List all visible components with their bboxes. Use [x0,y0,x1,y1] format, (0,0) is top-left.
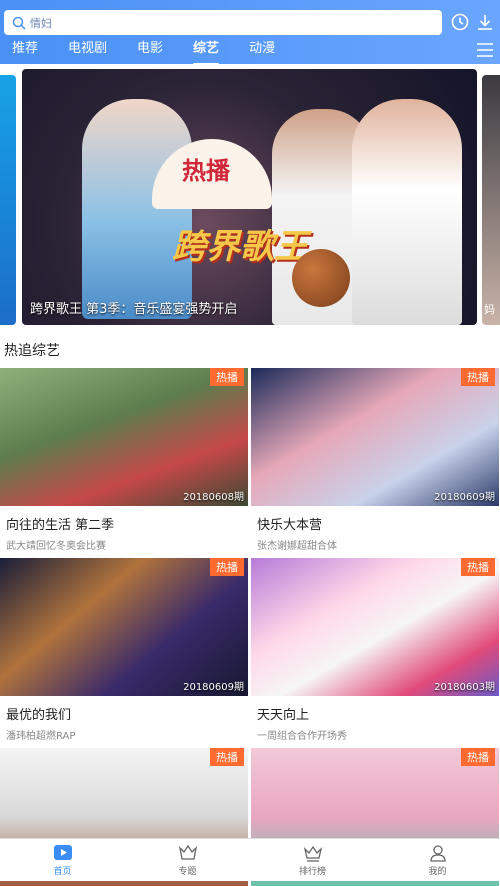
nav-topics-label: 专题 [178,867,197,877]
show-title: 向往的生活 第二季 [6,518,115,533]
show-thumbnail: 热播 20180609期 [251,368,499,506]
banner-prev-peek[interactable] [0,75,16,325]
episode-date: 20180609期 [183,682,244,693]
show-thumbnail: 热播 20180608期 [0,368,248,506]
banner-figure-right [352,99,462,325]
hot-badge: 热播 [210,368,244,386]
banner-figure-left [82,99,192,319]
show-card[interactable]: 热播 20180609期 快乐大本营 张杰谢娜超甜合体 [251,368,499,552]
nav-home-label: 首页 [53,867,72,877]
nav-home[interactable]: 首页 [0,839,125,881]
banner-caption: 跨界歌王 第3季：音乐盛宴强势开启 [30,302,238,317]
show-title: 天天向上 [257,708,310,723]
tab-recommend[interactable]: 推荐 [12,38,38,64]
tab-anime[interactable]: 动漫 [249,38,275,64]
menu-icon[interactable] [476,42,494,58]
category-tabs: 推荐 电视剧 电影 综艺 动漫 [0,38,293,66]
crown-icon [303,845,322,862]
search-bar[interactable]: 情妇 [4,10,442,35]
show-description: 一周组合合作开场秀 [257,731,347,742]
history-icon[interactable] [450,12,470,32]
hot-badge: 热播 [461,368,495,386]
show-thumbnail: 热播 20180603期 [251,558,499,696]
nav-topics[interactable]: 专题 [125,839,250,881]
show-card[interactable]: 热播 20180608期 向往的生活 第二季 武大靖回忆冬奥会比赛 [0,368,248,552]
episode-date: 20180609期 [434,492,495,503]
episode-date: 20180608期 [183,492,244,503]
show-description: 武大靖回忆冬奥会比赛 [6,541,106,552]
section-title: 热追综艺 [4,343,60,359]
episode-date: 20180603期 [434,682,495,693]
tab-movies[interactable]: 电影 [137,38,163,64]
hot-badge: 热播 [210,748,244,766]
banner-next-caption: 妈 [484,303,495,316]
nav-profile[interactable]: 我的 [375,839,500,881]
bottom-navigation: 首页 专题 排行榜 我的 [0,838,500,881]
show-description: 张杰谢娜超甜合体 [257,541,337,552]
user-icon [429,845,446,862]
banner-slide[interactable]: 热播 跨界歌王 跨界歌王 第3季：音乐盛宴强势开启 [22,69,477,325]
nav-profile-label: 我的 [428,867,447,877]
nav-ranking[interactable]: 排行榜 [250,839,375,881]
show-card[interactable]: 热播 20180609期 最优的我们 潘玮柏超燃RAP [0,558,248,742]
hot-badge: 热播 [461,558,495,576]
nav-ranking-label: 排行榜 [298,867,326,877]
basketball [292,249,350,307]
home-play-icon [53,845,72,860]
hot-badge: 热播 [210,558,244,576]
show-thumbnail: 热播 20180609期 [0,558,248,696]
hot-badge: 热播 [461,748,495,766]
crown-outline-icon [178,844,197,860]
search-icon [12,16,26,30]
tab-variety[interactable]: 综艺 [193,38,220,66]
show-title: 快乐大本营 [257,518,323,533]
banner-next-peek[interactable]: 妈 [482,75,500,325]
show-title: 最优的我们 [6,708,72,723]
banner-show-logo: 跨界歌王 [172,227,308,267]
top-bar: 情妇 推荐 电视剧 电影 综艺 动漫 [0,0,500,66]
download-icon[interactable] [475,12,495,32]
show-description: 潘玮柏超燃RAP [6,731,76,742]
search-placeholder: 情妇 [30,16,52,30]
show-card[interactable]: 热播 20180603期 天天向上 一周组合合作开场秀 [251,558,499,742]
tab-tv-series[interactable]: 电视剧 [68,38,107,64]
banner-fan-text: 热播 [182,157,230,185]
